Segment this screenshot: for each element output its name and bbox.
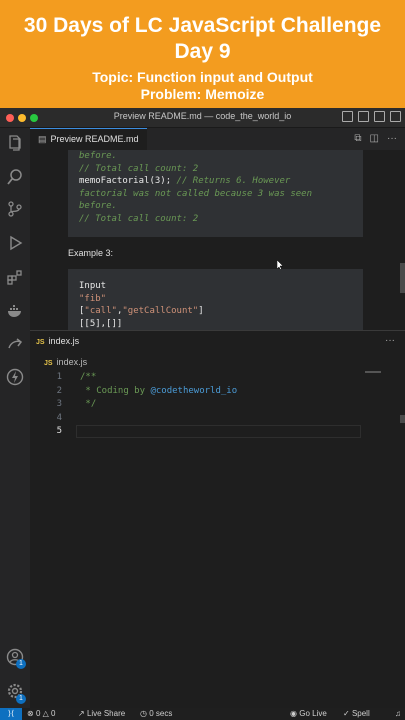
explorer-icon[interactable] <box>6 134 24 152</box>
timer-label: 0 secs <box>149 709 173 718</box>
remote-explorer-icon[interactable] <box>6 336 24 354</box>
more-actions-icon[interactable]: ··· <box>385 335 395 346</box>
banner-day: Day 9 <box>174 40 231 63</box>
editor-scrollbar[interactable] <box>400 415 405 423</box>
code-comment: // Returns 6. However <box>171 176 291 186</box>
minimap[interactable] <box>365 371 381 373</box>
handle-link[interactable]: @codetheworld_io <box>150 386 237 396</box>
clock-icon: ◷ <box>140 709 147 718</box>
code-call: memoFactorial(3); <box>79 176 172 186</box>
live-share-label: Live Share <box>86 709 126 718</box>
warning-count: 0 <box>51 709 56 718</box>
live-share-button[interactable]: ↗ Live Share <box>78 709 125 718</box>
tab-preview-readme[interactable]: ▤ Preview README.md <box>30 128 147 150</box>
banner-problem: Problem: Memoize <box>140 86 265 102</box>
breadcrumb-file: index.js <box>56 357 88 367</box>
code-line: // Total call count: 2 <box>79 163 199 174</box>
error-icon: ⊗ <box>27 709 34 718</box>
timer-indicator[interactable]: ◷ 0 secs <box>140 709 172 718</box>
example-3-heading: Example 3: <box>68 248 114 258</box>
editor-pane: JS index.js ··· JS index.js 1 2 3 4 5 /** … <box>30 330 405 708</box>
banner-topic: Topic: Function input and Output <box>92 69 313 85</box>
spell-label: Spell <box>351 709 370 718</box>
run-debug-icon[interactable] <box>6 234 24 252</box>
line-number: 3 <box>56 399 62 409</box>
code-line: before. <box>79 201 117 211</box>
check-icon: ✓ <box>343 709 350 718</box>
broadcast-icon: ◉ <box>290 709 297 718</box>
settings-badge: 1 <box>16 694 26 704</box>
code-line: // Total call count: 2 <box>79 213 199 224</box>
preview-tab-bar: ▤ Preview README.md ⧉ ◫ ··· <box>30 128 405 150</box>
banner-title: 30 Days of LC JavaScript Challenge <box>23 14 382 37</box>
markdown-preview-pane: ▤ Preview README.md ⧉ ◫ ··· before. // To… <box>30 128 405 330</box>
code-line: [[5],[]] <box>79 318 123 329</box>
line-number: 2 <box>56 385 62 396</box>
code-line: Input <box>79 281 107 291</box>
code-example-3: Input "fib" ["call","getCallCount"] [[5]… <box>68 269 363 330</box>
line-number: 4 <box>56 412 62 423</box>
split-editor-icon[interactable]: ◫ <box>370 133 379 144</box>
code-line: "fib" <box>79 293 107 304</box>
docker-icon[interactable] <box>6 302 24 320</box>
code-line: */ <box>80 399 97 409</box>
go-live-button[interactable]: ◉ Go Live <box>290 709 327 718</box>
preview-scrollbar[interactable] <box>400 263 405 293</box>
search-icon[interactable] <box>6 168 24 186</box>
video-banner: 30 Days of LC JavaScript Challenge Day 9… <box>0 0 405 108</box>
editor-tab-bar: JS index.js ··· <box>30 331 405 353</box>
open-source-icon[interactable]: ⧉ <box>354 133 361 144</box>
toggle-secondary-sidebar-icon[interactable] <box>374 111 385 122</box>
source-control-icon[interactable] <box>6 200 24 218</box>
error-count: 0 <box>35 709 41 718</box>
warning-icon: △ <box>42 709 49 718</box>
toggle-panel-icon[interactable] <box>358 111 369 122</box>
code-line: * Coding by @codetheworld_io <box>80 385 237 399</box>
problems-indicator[interactable]: ⊗ 0 △ 0 <box>27 709 55 718</box>
code-line: factorial was not called because 3 was s… <box>79 188 312 199</box>
more-actions-icon[interactable]: ··· <box>387 133 397 144</box>
line-number: 5 <box>56 426 62 436</box>
notifications-bell-icon[interactable]: ♫ <box>395 709 401 718</box>
spell-check-button[interactable]: ✓ Spell <box>343 709 370 718</box>
code-line: /** <box>80 372 97 382</box>
customize-layout-icon[interactable] <box>390 111 401 122</box>
code-editor[interactable]: /** * Coding by @codetheworld_io */ <box>80 371 237 439</box>
javascript-file-icon: JS <box>36 339 45 346</box>
accounts-badge: 1 <box>16 659 26 669</box>
go-live-label: Go Live <box>299 709 327 718</box>
code-example-2: before. // Total call count: 2 memoFacto… <box>68 150 363 237</box>
preview-icon: ▤ <box>38 134 47 144</box>
breadcrumb[interactable]: JS index.js <box>44 357 87 367</box>
line-number: 1 <box>56 372 62 382</box>
live-share-icon: ↗ <box>78 709 85 718</box>
status-bar: ⟩⟨ ⊗ 0 △ 0 ↗ Live Share ◷ 0 secs ◉ Go Li… <box>0 708 405 720</box>
activity-bar: 1 1 <box>0 128 30 708</box>
window-titlebar: Preview README.md — code_the_world_io <box>0 108 405 128</box>
code-line: ["call","getCallCount"] <box>79 306 204 316</box>
line-number-gutter: 1 2 3 4 5 <box>30 371 62 439</box>
tab-index-js[interactable]: JS index.js <box>36 336 79 346</box>
code-line: memoFactorial(3); // Returns 6. However <box>79 175 352 188</box>
tab-preview-readme-label: Preview README.md <box>50 134 139 144</box>
toggle-primary-sidebar-icon[interactable] <box>342 111 353 122</box>
extensions-icon[interactable] <box>6 268 24 286</box>
code-line: before. <box>79 151 117 161</box>
remote-indicator-icon[interactable]: ⟩⟨ <box>0 708 22 720</box>
thunder-client-icon[interactable] <box>6 368 24 386</box>
code-comment: * Coding by <box>80 385 151 396</box>
tab-index-js-label: index.js <box>48 336 80 346</box>
javascript-file-icon: JS <box>44 360 53 367</box>
